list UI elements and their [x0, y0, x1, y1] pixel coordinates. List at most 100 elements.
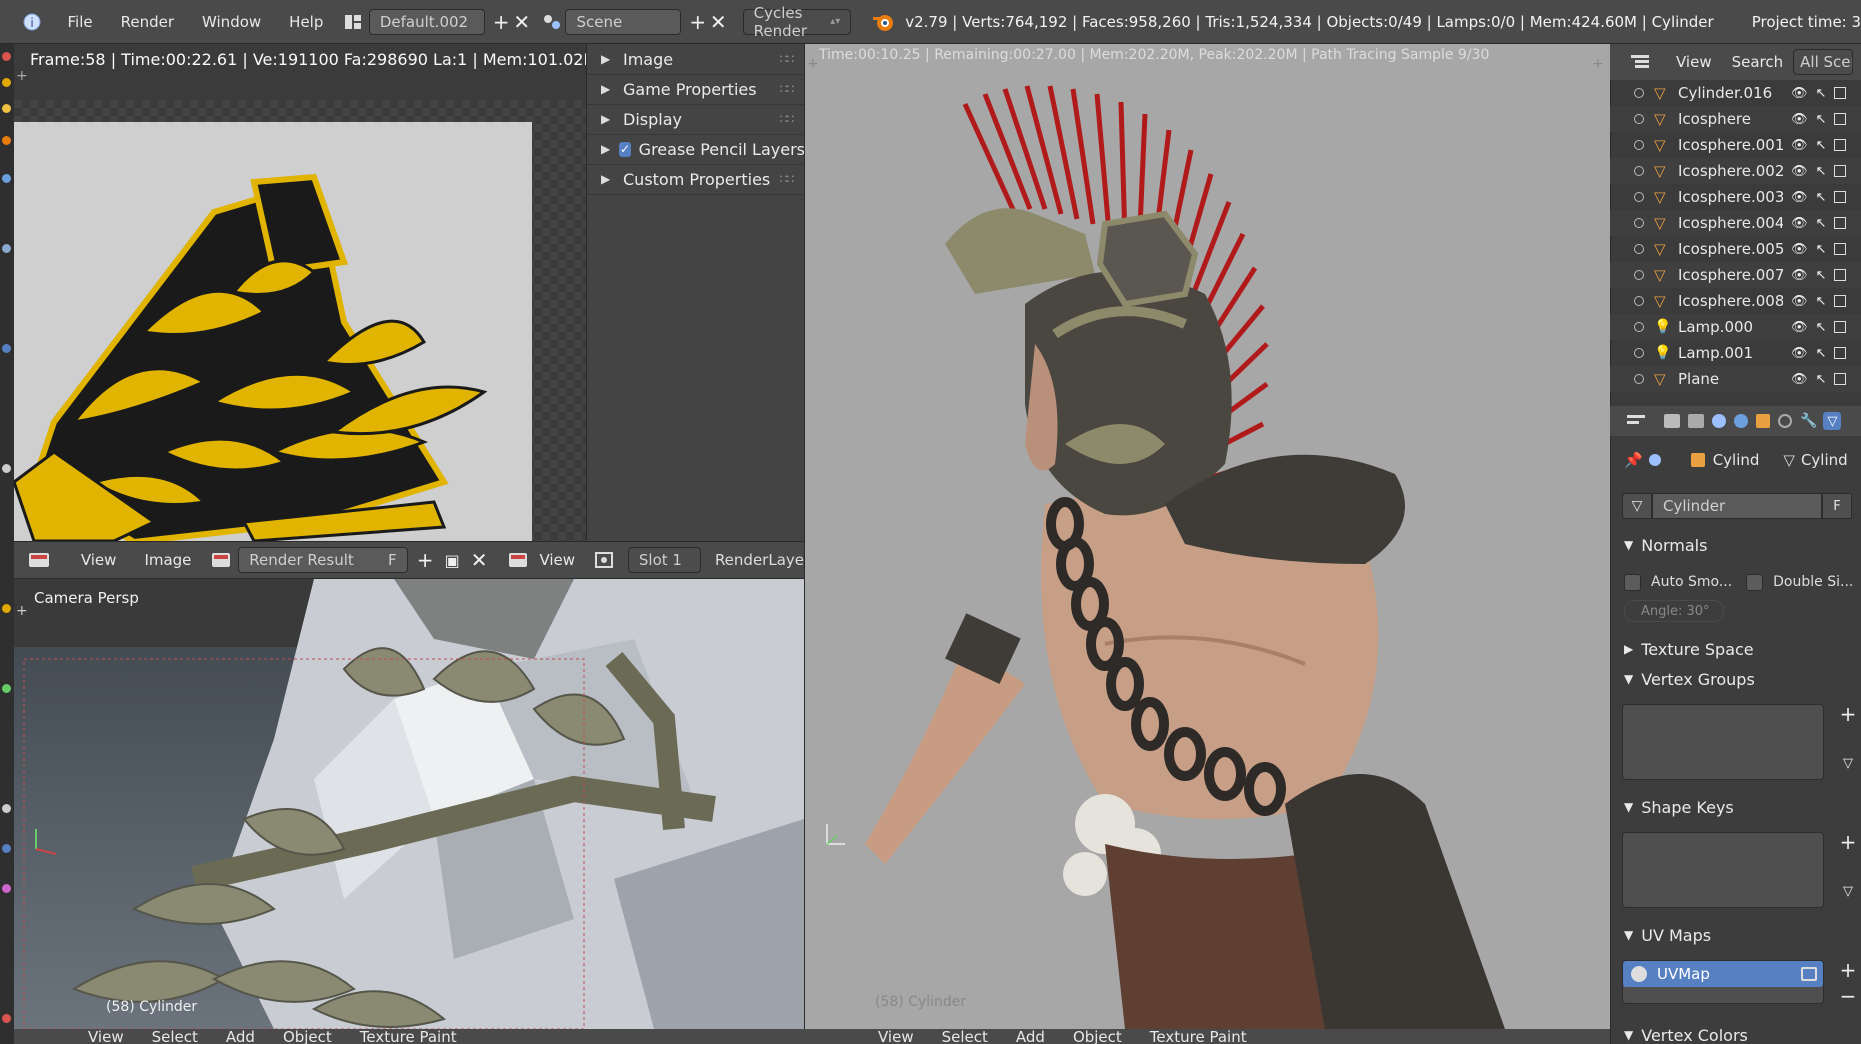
area-split-plus-icon-right[interactable]: +: [788, 603, 800, 619]
mesh-data-icon[interactable]: ▽: [1622, 493, 1652, 519]
render-tab-icon[interactable]: [1664, 414, 1680, 428]
outliner-item[interactable]: ▽ Icosphere.004 👁 ↖: [1610, 210, 1861, 236]
expand-toggle-icon[interactable]: [1634, 88, 1644, 98]
render-layer-select[interactable]: RenderLaye: [715, 551, 804, 569]
screen-layout-field[interactable]: Default.002: [368, 8, 485, 35]
menu-view[interactable]: View: [67, 551, 131, 569]
selectable-cursor-icon[interactable]: ↖: [1816, 320, 1827, 335]
mesh-name-field[interactable]: Cylinder: [1652, 493, 1822, 519]
outliner-item[interactable]: ▽ Icosphere.003 👁 ↖: [1610, 184, 1861, 210]
open-image-folder-icon[interactable]: ▣: [439, 546, 466, 574]
outliner-item[interactable]: ▽ Icosphere.001 👁 ↖: [1610, 132, 1861, 158]
panel-grease-pencil[interactable]: ▶ ✓ Grease Pencil Layers: [587, 134, 805, 165]
menu-image[interactable]: Image: [130, 551, 205, 569]
outliner-item[interactable]: ▽ Icosphere 👁 ↖: [1610, 106, 1861, 132]
visibility-eye-icon[interactable]: 👁: [1791, 164, 1808, 179]
breadcrumb-object-name[interactable]: Cylind: [1713, 451, 1760, 469]
expand-toggle-icon[interactable]: [1634, 296, 1644, 306]
texture-space-panel-header[interactable]: ▶ Texture Space: [1614, 635, 1861, 663]
outliner-item[interactable]: ▽ Icosphere.007 👁 ↖: [1610, 262, 1861, 288]
menu-help[interactable]: Help: [275, 13, 337, 31]
vertex-groups-panel-header[interactable]: ▼ Vertex Groups: [1614, 665, 1861, 693]
expand-toggle-icon[interactable]: [1634, 166, 1644, 176]
outliner-menu-search[interactable]: Search: [1722, 53, 1794, 71]
visibility-eye-icon[interactable]: 👁: [1791, 138, 1808, 153]
outliner-item[interactable]: ▽ Icosphere.005 👁 ↖: [1610, 236, 1861, 262]
render-slot-icon[interactable]: [589, 546, 620, 574]
tool-white-icon[interactable]: [2, 804, 11, 813]
properties-editor-icon[interactable]: [1620, 407, 1652, 435]
selectable-cursor-icon[interactable]: ↖: [1816, 242, 1827, 257]
menu-window[interactable]: Window: [188, 13, 275, 31]
image-editor-mode-icon[interactable]: [503, 546, 534, 574]
selectable-cursor-icon[interactable]: ↖: [1816, 294, 1827, 309]
outliner-item[interactable]: ▽ Icosphere.008 👁 ↖: [1610, 288, 1861, 314]
panel-image[interactable]: ▶ Image ∷∷: [587, 44, 805, 75]
outliner-display-mode[interactable]: All Scene: [1793, 49, 1854, 75]
delete-screen-button[interactable]: ✕: [511, 8, 532, 36]
uv-map-add-button[interactable]: +: [1838, 958, 1858, 982]
renderable-camera-icon[interactable]: [1834, 217, 1847, 229]
uv-maps-panel-header[interactable]: ▼ UV Maps: [1614, 921, 1861, 949]
vertex-colors-panel-header[interactable]: ▼ Vertex Colors: [1614, 1026, 1861, 1044]
rvp-menu-add[interactable]: Add: [1002, 1029, 1059, 1044]
selectable-cursor-icon[interactable]: ↖: [1816, 216, 1827, 231]
tool-yellow2-icon[interactable]: [2, 604, 11, 613]
screen-layout-icon[interactable]: [341, 8, 365, 36]
drag-grip-icon[interactable]: ∷∷: [780, 82, 794, 96]
render-engine-select[interactable]: Cycles Render ▴▾: [742, 4, 852, 40]
selectable-cursor-icon[interactable]: ↖: [1816, 372, 1827, 387]
delete-scene-button[interactable]: ✕: [708, 8, 729, 36]
add-screen-button[interactable]: +: [491, 8, 512, 36]
uv-map-active-render-icon[interactable]: [1801, 967, 1817, 981]
vp-menu-add[interactable]: Add: [212, 1029, 269, 1044]
outliner-item[interactable]: ▽ Cylinder.016 👁 ↖: [1610, 80, 1861, 106]
auto-smooth-checkbox[interactable]: [1624, 573, 1641, 591]
area-split-plus-icon[interactable]: +: [16, 603, 28, 619]
visibility-eye-icon[interactable]: 👁: [1791, 346, 1808, 361]
visibility-eye-icon[interactable]: 👁: [1791, 242, 1808, 257]
info-editor-icon[interactable]: i: [20, 8, 44, 36]
render-layers-tab-icon[interactable]: [1688, 414, 1704, 428]
tool-blue2-icon[interactable]: [2, 344, 11, 353]
renderable-camera-icon[interactable]: [1834, 87, 1847, 99]
visibility-eye-icon[interactable]: 👁: [1791, 294, 1808, 309]
visibility-eye-icon[interactable]: 👁: [1791, 320, 1808, 335]
object-tab-icon[interactable]: [1756, 414, 1770, 428]
menu-render[interactable]: Render: [107, 13, 188, 31]
expand-toggle-icon[interactable]: [1634, 218, 1644, 228]
selectable-cursor-icon[interactable]: ↖: [1816, 138, 1827, 153]
world-tab-icon[interactable]: [1734, 414, 1748, 428]
outliner-item[interactable]: ▽ Plane 👁 ↖: [1610, 366, 1861, 392]
tool-red-icon[interactable]: [2, 52, 11, 61]
3d-viewport-camera[interactable]: Camera Persp (58) Cylinder + +: [14, 579, 804, 1029]
panel-display[interactable]: ▶ Display ∷∷: [587, 104, 805, 135]
unlink-image-button[interactable]: ✕: [466, 546, 493, 574]
visibility-eye-icon[interactable]: 👁: [1791, 112, 1808, 127]
expand-toggle-icon[interactable]: [1634, 374, 1644, 384]
double-sided-checkbox[interactable]: [1746, 573, 1764, 591]
modifiers-tab-icon[interactable]: 🔧: [1800, 413, 1817, 429]
rvp-menu-view[interactable]: View: [864, 1029, 928, 1044]
tool-red2-icon[interactable]: [2, 1014, 11, 1023]
rendered-viewport[interactable]: (58) Cylinder + +: [804, 44, 1610, 1029]
new-image-button[interactable]: +: [412, 546, 439, 574]
shape-keys-list[interactable]: [1622, 832, 1824, 908]
tool-yellow-icon[interactable]: [2, 78, 11, 87]
image-browse-icon[interactable]: [205, 546, 236, 574]
mesh-fake-user-toggle[interactable]: F: [1822, 493, 1852, 519]
tool-purple-icon[interactable]: [2, 884, 11, 893]
expand-toggle-icon[interactable]: [1634, 114, 1644, 124]
expand-toggle-icon[interactable]: [1634, 270, 1644, 280]
vp-menu-view[interactable]: View: [74, 1029, 138, 1044]
panel-custom-properties[interactable]: ▶ Custom Properties ∷∷: [587, 164, 805, 195]
render-result-field[interactable]: Render Result F: [238, 547, 408, 573]
selectable-cursor-icon[interactable]: ↖: [1816, 112, 1827, 127]
outliner-item[interactable]: ▽ Icosphere.002 👁 ↖: [1610, 158, 1861, 184]
vp-menu-select[interactable]: Select: [138, 1029, 212, 1044]
slot-select[interactable]: Slot 1: [627, 547, 701, 573]
tool-green-icon[interactable]: [2, 684, 11, 693]
expand-toggle-icon[interactable]: [1634, 322, 1644, 332]
tool-orange-icon[interactable]: [2, 136, 11, 145]
outliner-menu-view[interactable]: View: [1666, 53, 1722, 71]
